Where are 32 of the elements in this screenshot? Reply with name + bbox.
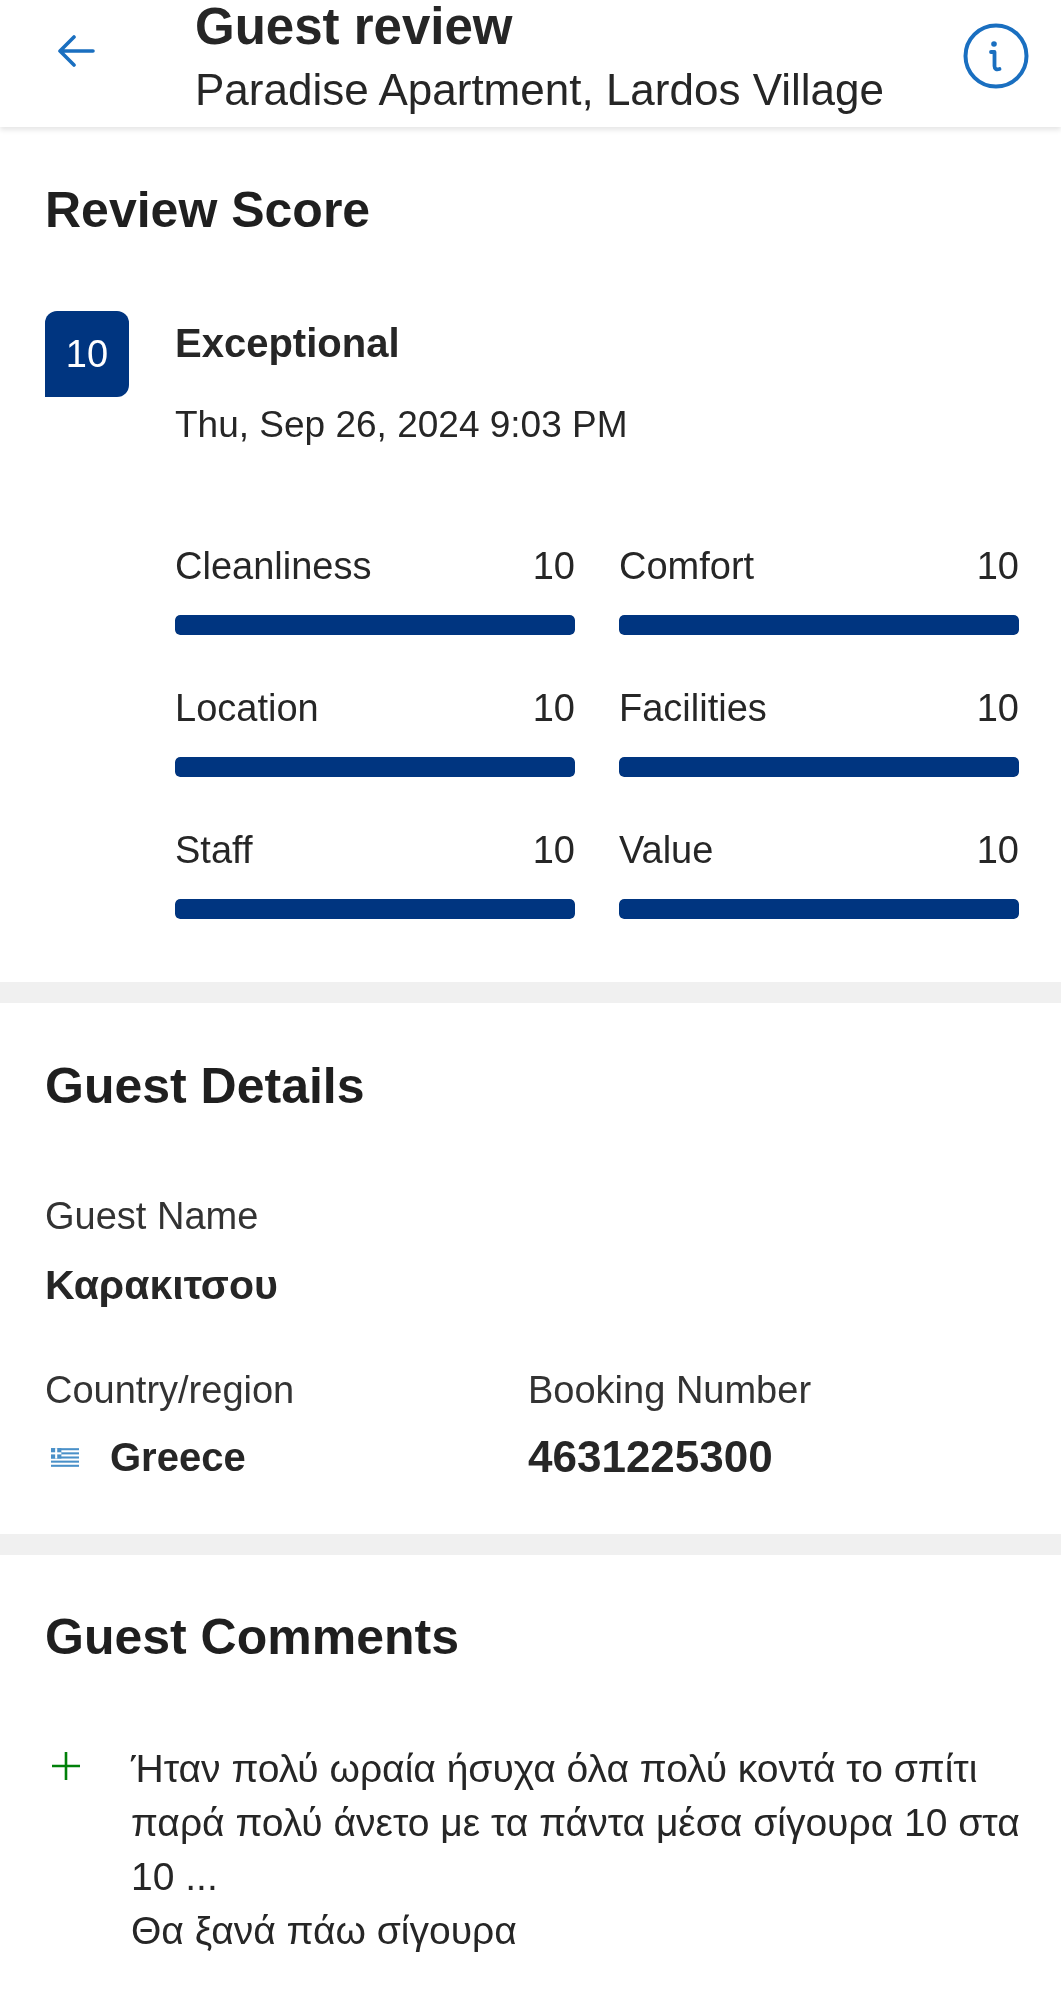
category-score: 10 bbox=[976, 686, 1019, 731]
header-subtitle: Paradise Apartment, Lardos Village bbox=[195, 64, 884, 116]
field-label: Booking Number bbox=[528, 1368, 813, 1413]
back-arrow-icon bbox=[57, 35, 95, 67]
category-label: Facilities bbox=[619, 686, 767, 731]
category-score: 10 bbox=[532, 686, 575, 731]
header-title: Guest review bbox=[195, 0, 514, 54]
category-score: 10 bbox=[976, 544, 1019, 589]
field-value: Greece bbox=[110, 1434, 246, 1481]
review-date: Thu, Sep 26, 2024 9:03 PM bbox=[175, 403, 628, 447]
category-label: Staff bbox=[175, 828, 253, 873]
rating-label: Exceptional bbox=[175, 320, 401, 367]
section-heading: Guest Comments bbox=[45, 1609, 460, 1665]
score-badge: 10 bbox=[45, 311, 129, 397]
category-label: Cleanliness bbox=[175, 544, 372, 589]
comment-text: Ήταν πολύ ωραία ήσυχα όλα πολύ κοντά το σπίτι παρά πολύ άνετο με τα πάντα μέσα σίγουρα 10 στα 10 ... Θα ξανά πάω σίγουρα bbox=[131, 1746, 1021, 1954]
field-label: Guest Name bbox=[45, 1194, 260, 1239]
section-heading: Guest Details bbox=[45, 1058, 366, 1114]
flag-icon bbox=[51, 1447, 79, 1467]
section-heading: Review Score bbox=[45, 182, 372, 238]
category-label: Value bbox=[619, 828, 714, 873]
category-score: 10 bbox=[532, 828, 575, 873]
category-label: Comfort bbox=[619, 544, 755, 589]
field-value: 4631225300 bbox=[528, 1433, 774, 1481]
category-label: Location bbox=[175, 686, 319, 731]
field-label: Country/region bbox=[45, 1368, 296, 1413]
plus-icon bbox=[51, 1751, 81, 1781]
info-button[interactable] bbox=[963, 23, 1029, 89]
category-score: 10 bbox=[976, 828, 1019, 873]
category-score: 10 bbox=[532, 544, 575, 589]
field-value: Καρακιτσου bbox=[45, 1262, 279, 1308]
info-icon bbox=[963, 23, 1029, 89]
